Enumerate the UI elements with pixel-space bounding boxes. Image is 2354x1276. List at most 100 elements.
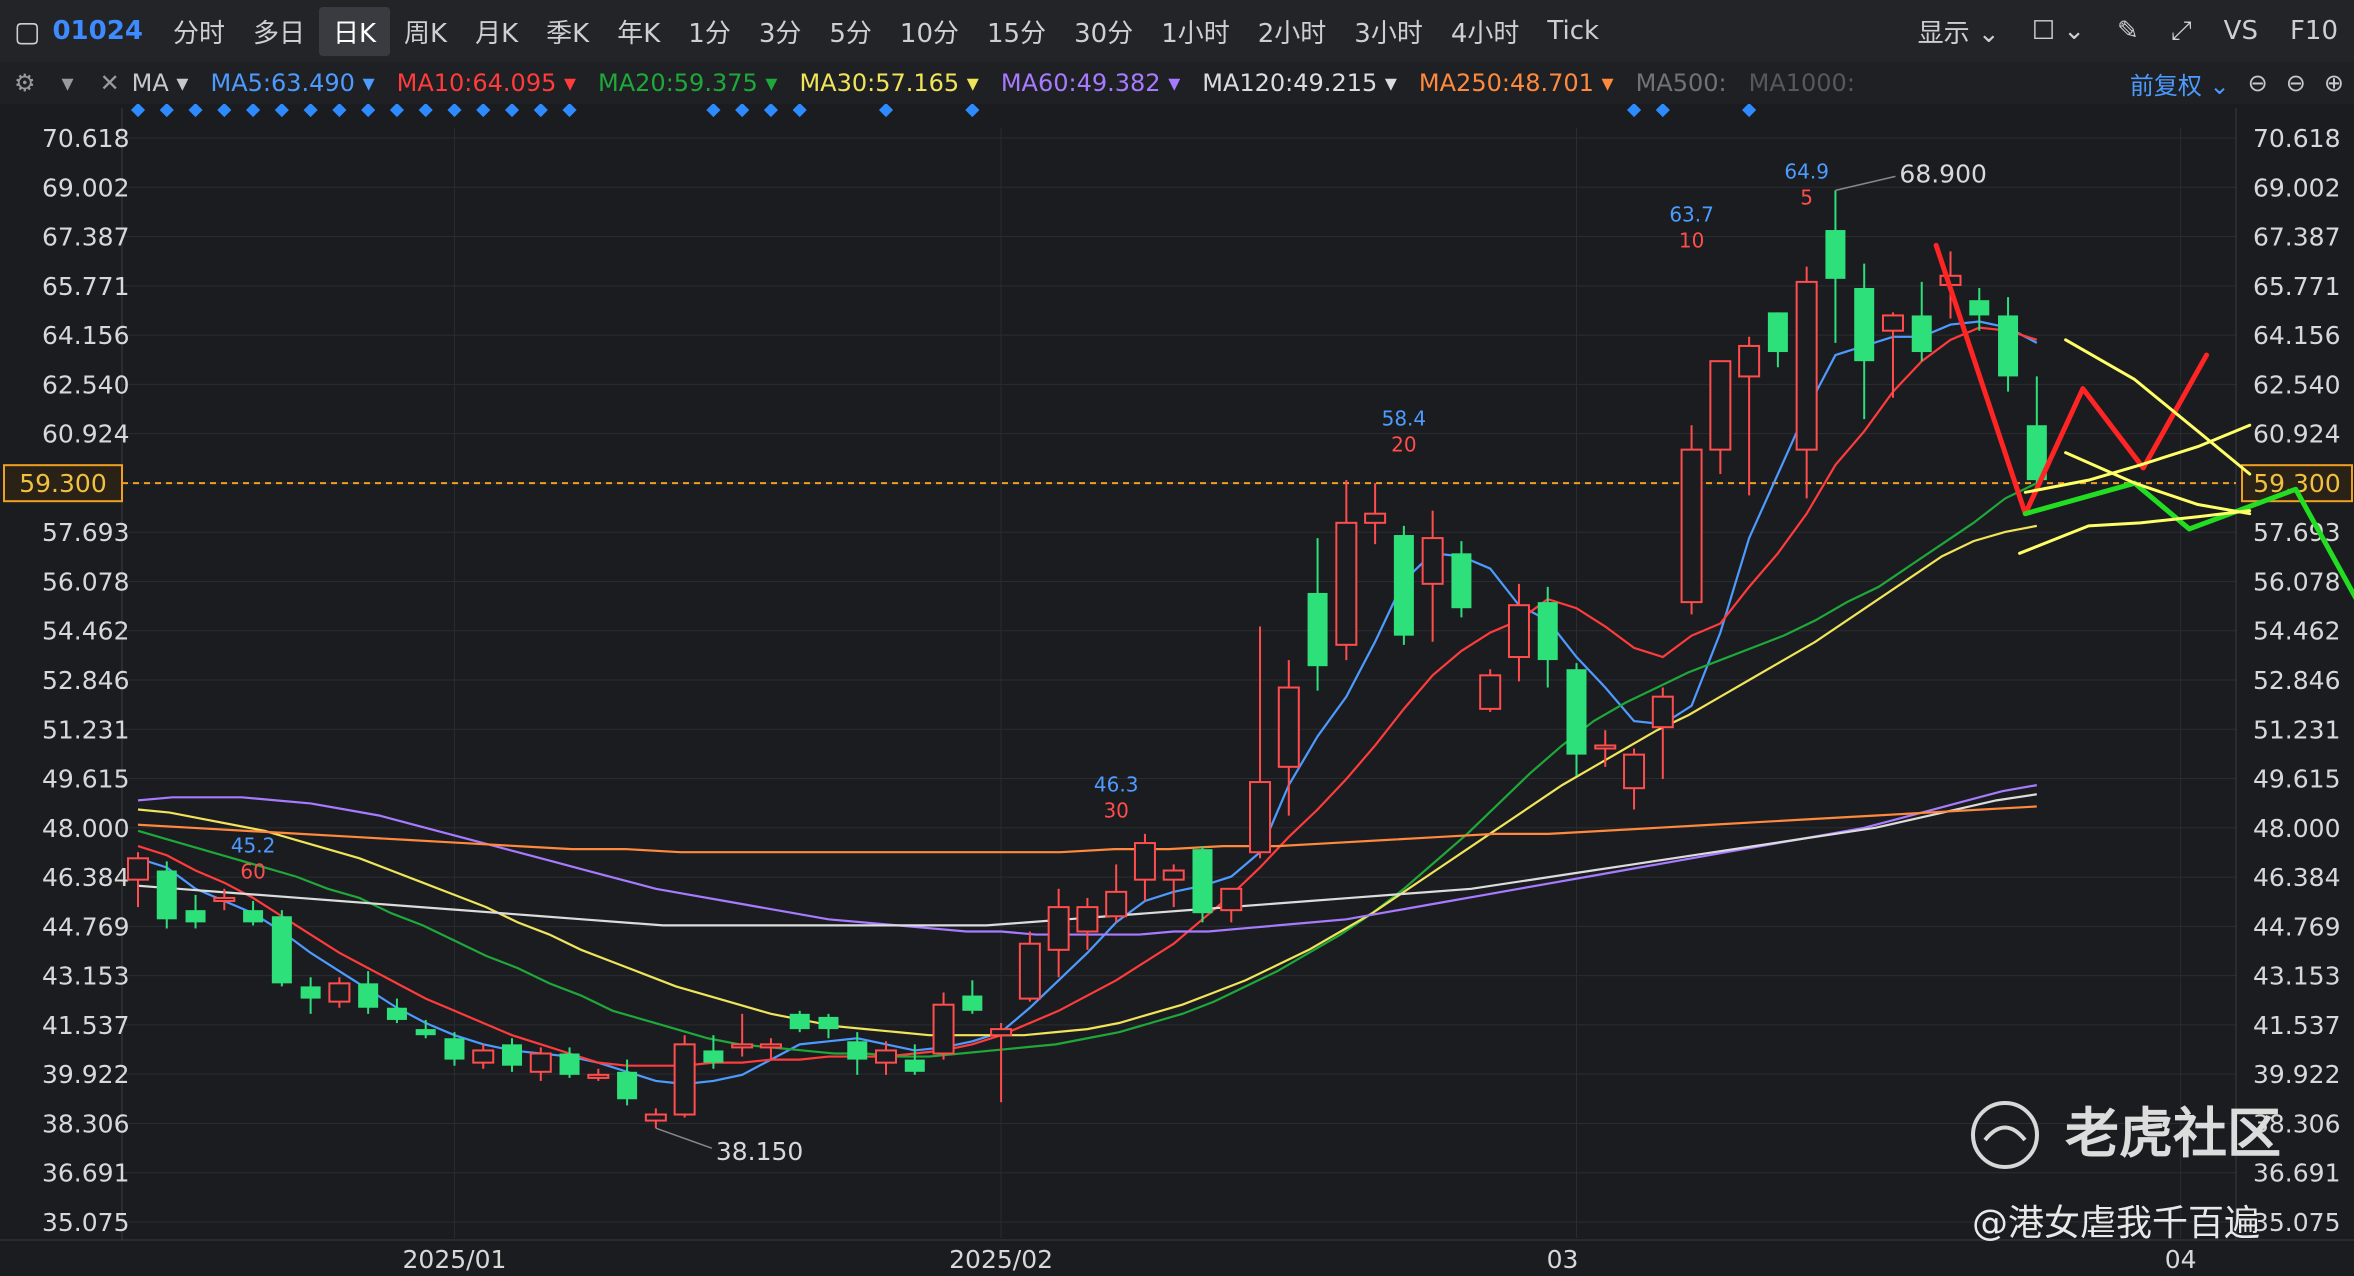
- tab-timeframe-12[interactable]: 30分: [1060, 7, 1147, 56]
- stock-code[interactable]: 01024: [52, 16, 142, 46]
- tab-timeframe-4[interactable]: 月K: [461, 7, 532, 56]
- y-tick-left-16: 44.769: [42, 912, 129, 941]
- candle-body-38: [1220, 887, 1243, 912]
- tab-timeframe-1[interactable]: 多日: [239, 7, 319, 56]
- close-indicator-icon[interactable]: ✕: [100, 69, 120, 97]
- candle-body-55: [1709, 360, 1732, 451]
- ma-legend-bar: ⚙ ▾ ✕ MA ▾ MA5:63.490 ▾ MA10:64.095 ▾ MA20…: [0, 62, 2354, 104]
- watermark-brand: 老虎社区: [2065, 1102, 2281, 1165]
- tab-timeframe-7[interactable]: 1分: [674, 7, 745, 56]
- plus-icon[interactable]: ⊕: [2324, 69, 2344, 97]
- candle-body-49: [1537, 602, 1558, 661]
- y-tick-right-18: 41.537: [2253, 1011, 2340, 1040]
- ma-legend-item-4[interactable]: MA60:49.382 ▾: [1001, 69, 1180, 97]
- candle-body-62: [1911, 315, 1932, 353]
- timeframe-tabs: 分时 多日 日K 周K 月K 季K 年K 1分 3分 5分 10分 15分 30分 1小时 2小时 3小时 4小…: [159, 6, 1613, 56]
- candle-body-59: [1825, 230, 1846, 279]
- y-tick-left-4: 64.156: [42, 321, 129, 350]
- candle-body-52: [1623, 753, 1646, 790]
- fullscreen-icon[interactable]: ⤢: [2171, 16, 2192, 47]
- tab-timeframe-15[interactable]: 3小时: [1340, 7, 1437, 56]
- ma-legend-item-6[interactable]: MA250:48.701 ▾: [1419, 69, 1614, 97]
- tab-timeframe-17[interactable]: Tick: [1533, 10, 1613, 52]
- y-tick-right-17: 43.153: [2253, 962, 2340, 991]
- sidebar-toggle-icon[interactable]: ▢: [14, 15, 40, 48]
- low-label: 38.150: [716, 1137, 803, 1166]
- tab-timeframe-11[interactable]: 15分: [973, 7, 1060, 56]
- candle-body-33: [1076, 906, 1099, 933]
- candle-body-50: [1566, 669, 1587, 755]
- draw-pen-icon[interactable]: ✎: [2117, 16, 2139, 46]
- candle-body-64: [1969, 300, 1990, 316]
- adjust-label: 前复权: [2129, 71, 2202, 100]
- ma-legend-item-0[interactable]: MA5:63.490 ▾: [210, 69, 374, 97]
- tab-timeframe-14[interactable]: 2小时: [1244, 7, 1341, 56]
- candle-body-23: [789, 1013, 810, 1030]
- x-tick-1: 2025/02: [949, 1245, 1053, 1274]
- ma-legend-item-1[interactable]: MA10:64.095 ▾: [397, 69, 576, 97]
- ma-legend-item-5[interactable]: MA120:49.215 ▾: [1202, 69, 1397, 97]
- candlestick-chart[interactable]: 70.618 70.618 69.002 69.002 67.387 67.387 65.7…: [0, 104, 2354, 1276]
- candle-body-47: [1479, 674, 1502, 710]
- collapse-icon[interactable]: ▾: [62, 69, 74, 97]
- tab-timeframe-2[interactable]: 日K: [318, 6, 391, 56]
- tab-timeframe-5[interactable]: 季K: [532, 7, 603, 56]
- candle-body-61: [1881, 314, 1904, 332]
- x-tick-0: 2025/01: [403, 1245, 507, 1274]
- candle-body-51: [1594, 744, 1617, 750]
- vs-button[interactable]: VS: [2224, 16, 2258, 46]
- candle-body-8: [358, 983, 379, 1008]
- candle-body-58: [1795, 280, 1818, 451]
- candle-body-6: [300, 986, 321, 999]
- candle-body-32: [1047, 906, 1070, 951]
- ma-legend-item-3[interactable]: MA30:57.165 ▾: [799, 69, 978, 97]
- adjust-selector[interactable]: 前复权 ⌄: [2112, 66, 2230, 101]
- y-tick-left-0: 70.618: [42, 124, 129, 153]
- candle-body-19: [673, 1043, 696, 1116]
- indicator-selector[interactable]: MA ▾: [132, 69, 189, 97]
- y-tick-left-6: 60.924: [42, 420, 129, 449]
- candle-body-41: [1307, 592, 1328, 667]
- y-tick-left-19: 39.922: [42, 1060, 129, 1089]
- tab-timeframe-16[interactable]: 4小时: [1437, 7, 1534, 56]
- chart-background: [0, 104, 2354, 1276]
- ma-cross-days-4: 20: [1391, 433, 1416, 457]
- ma-cross-value-6: 64.9: [1784, 160, 1829, 184]
- tab-timeframe-8[interactable]: 3分: [745, 7, 816, 56]
- tab-timeframe-3[interactable]: 周K: [390, 7, 461, 56]
- f10-button[interactable]: F10: [2290, 16, 2338, 46]
- y-tick-left-17: 43.153: [42, 962, 129, 991]
- y-tick-left-14: 48.000: [42, 814, 129, 843]
- high-label: 68.900: [1899, 159, 1986, 188]
- ma-cross-value-4: 58.4: [1382, 407, 1427, 431]
- tab-timeframe-13[interactable]: 1小时: [1147, 7, 1244, 56]
- candle-body-14: [529, 1052, 552, 1073]
- candle-body-16: [587, 1073, 610, 1079]
- tab-timeframe-10[interactable]: 10分: [886, 7, 973, 56]
- ma-legend-item-7[interactable]: MA500:: [1636, 69, 1727, 97]
- candle-body-57: [1767, 312, 1788, 353]
- compare-toggle-icon[interactable]: ☐ ⌄: [2032, 16, 2085, 46]
- minus-icon-2[interactable]: ⊖: [2286, 69, 2306, 97]
- tab-timeframe-9[interactable]: 5分: [815, 7, 886, 56]
- y-tick-right-6: 60.924: [2253, 420, 2340, 449]
- y-tick-right-0: 70.618: [2253, 124, 2340, 153]
- display-menu[interactable]: 显示 ⌄: [1918, 13, 2000, 50]
- ma-legend-item-8[interactable]: MA1000:: [1749, 69, 1855, 97]
- candle-body-21: [731, 1043, 754, 1049]
- candle-body-34: [1105, 890, 1128, 918]
- y-tick-right-10: 54.462: [2253, 617, 2340, 646]
- y-tick-left-18: 41.537: [42, 1011, 129, 1040]
- candle-body-53: [1651, 695, 1674, 729]
- candle-body-39: [1249, 781, 1272, 854]
- candle-body-24: [818, 1016, 839, 1030]
- candle-body-13: [502, 1044, 523, 1066]
- minus-icon[interactable]: ⊖: [2248, 69, 2268, 97]
- tab-timeframe-0[interactable]: 分时: [159, 7, 239, 56]
- tab-timeframe-6[interactable]: 年K: [603, 7, 674, 56]
- candle-body-56: [1738, 344, 1761, 378]
- settings-gear-icon[interactable]: ⚙: [14, 69, 36, 97]
- candle-body-29: [962, 995, 983, 1011]
- candle-body-35: [1133, 842, 1156, 881]
- ma-legend-item-2[interactable]: MA20:59.375 ▾: [598, 69, 777, 97]
